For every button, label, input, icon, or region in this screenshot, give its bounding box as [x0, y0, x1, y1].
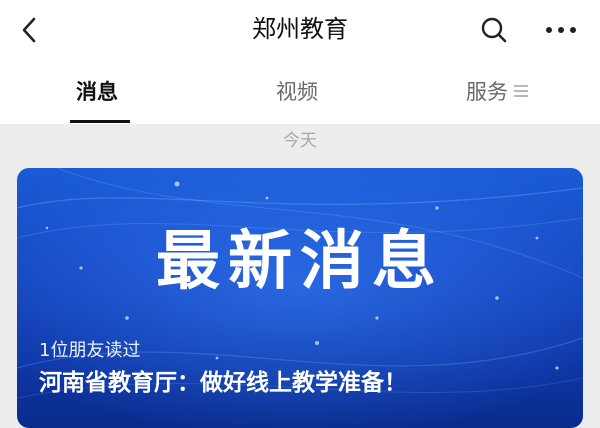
search-button[interactable]: [478, 14, 510, 46]
more-horizontal-icon: [546, 27, 576, 33]
date-separator: 今天: [283, 131, 317, 151]
menu-lines-icon: [514, 85, 528, 97]
card-headline: 最新消息: [156, 225, 444, 299]
search-icon: [481, 17, 507, 43]
tab-video-label: 视频: [276, 80, 318, 104]
tab-video[interactable]: 视频: [276, 78, 318, 106]
more-options-button[interactable]: [543, 14, 579, 46]
tab-news[interactable]: 消息: [76, 78, 118, 106]
article-title: 河南省教育厅：做好线上教学准备！: [39, 370, 407, 396]
tab-services[interactable]: 服务: [466, 78, 528, 106]
active-tab-indicator: [70, 120, 130, 123]
tab-news-label: 消息: [76, 80, 118, 104]
tab-bar: 消息 视频 服务: [0, 60, 600, 124]
top-bar: 郑州教育: [0, 0, 600, 60]
friends-read-count: 1位朋友读过: [39, 340, 141, 361]
chevron-left-icon: [22, 17, 36, 43]
back-button[interactable]: [14, 14, 46, 46]
page-title: 郑州教育: [252, 15, 348, 43]
tab-services-label: 服务: [466, 80, 508, 104]
article-card[interactable]: 最新消息 1位朋友读过 河南省教育厅：做好线上教学准备！: [17, 168, 583, 428]
